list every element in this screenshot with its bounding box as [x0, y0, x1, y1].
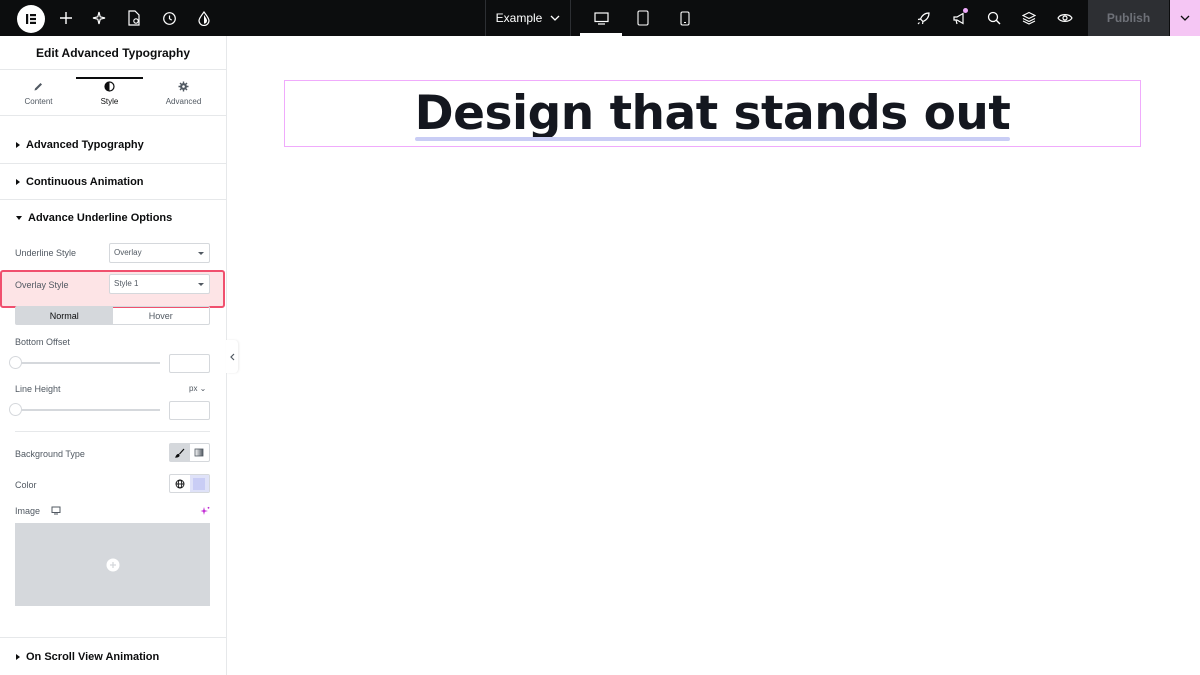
- heading-widget[interactable]: Design that stands out: [284, 80, 1141, 147]
- add-icon[interactable]: [48, 0, 84, 36]
- color-swatch[interactable]: [189, 475, 209, 492]
- preview-icon[interactable]: [1047, 0, 1083, 36]
- tab-hover[interactable]: Hover: [113, 307, 210, 324]
- heading: Design that stands out: [414, 90, 1011, 141]
- globe-icon[interactable]: [170, 475, 190, 492]
- publish-button[interactable]: Publish: [1088, 0, 1169, 36]
- line-height-slider[interactable]: [15, 409, 160, 411]
- structure-icon[interactable]: [1011, 0, 1047, 36]
- background-type-choose: [169, 443, 210, 462]
- whats-new-icon[interactable]: [941, 0, 977, 36]
- section-title: On Scroll View Animation: [26, 650, 160, 663]
- ai-sparkle-icon[interactable]: [200, 506, 210, 516]
- active-device-indicator: [580, 33, 622, 36]
- add-circle-icon: [106, 558, 119, 571]
- overlay-style-label: Overlay Style: [15, 280, 69, 290]
- slider-handle[interactable]: [9, 403, 22, 416]
- page-switcher[interactable]: Example: [486, 0, 570, 36]
- chevron-left-icon: [229, 353, 234, 360]
- top-bar: Example Publish: [0, 0, 1200, 36]
- section-title: Advance Underline Options: [28, 211, 173, 224]
- caret-right-icon: [16, 178, 20, 185]
- image-upload-area[interactable]: [15, 523, 210, 606]
- section-title: Continuous Animation: [26, 175, 144, 188]
- gear-icon: [178, 81, 189, 91]
- search-icon[interactable]: [976, 0, 1012, 36]
- half-circle-icon: [104, 80, 115, 92]
- pencil-icon: [34, 82, 42, 90]
- publish-options-button[interactable]: [1170, 0, 1200, 36]
- caret-down-icon: [16, 215, 22, 220]
- dropdown-arrow-icon: [198, 252, 204, 255]
- unit-label: px: [189, 384, 198, 393]
- gradient-icon[interactable]: [190, 444, 210, 461]
- elementor-logo-icon[interactable]: [17, 5, 45, 33]
- section-on-scroll-view-animation[interactable]: On Scroll View Animation: [0, 637, 226, 675]
- tab-advanced[interactable]: Advanced: [146, 70, 221, 116]
- page-name: Example: [495, 11, 543, 25]
- heading-text: Design that stands out: [414, 86, 1011, 141]
- tab-label: Style: [100, 96, 119, 106]
- mobile-icon[interactable]: [667, 0, 703, 36]
- tab-label: Advanced: [165, 96, 202, 106]
- dropdown-arrow-icon: [198, 283, 204, 286]
- slider-handle[interactable]: [9, 356, 22, 369]
- image-label: Image: [15, 506, 41, 516]
- line-height-label: Line Height: [15, 384, 61, 394]
- collapse-panel-button[interactable]: [226, 340, 238, 373]
- classic-brush-icon[interactable]: [170, 444, 190, 461]
- page-settings-icon[interactable]: [116, 0, 152, 36]
- caret-right-icon: [16, 142, 20, 148]
- history-icon[interactable]: [151, 0, 187, 36]
- rocket-icon[interactable]: [905, 0, 941, 36]
- select-value: Style 1: [114, 279, 139, 288]
- tablet-icon[interactable]: [625, 0, 661, 36]
- overlay-style-select[interactable]: Style 1: [109, 274, 210, 294]
- tab-normal[interactable]: Normal: [16, 307, 113, 324]
- ai-sparkle-icon[interactable]: [82, 0, 118, 36]
- site-settings-icon[interactable]: [186, 0, 222, 36]
- line-height-input[interactable]: [169, 401, 210, 420]
- section-title: Advanced Typography: [26, 139, 144, 151]
- tab-content[interactable]: Content: [1, 70, 76, 116]
- unit-selector[interactable]: px ⌄: [189, 384, 206, 393]
- underline-style-label: Underline Style: [15, 248, 77, 258]
- bottom-offset-slider[interactable]: [15, 362, 160, 364]
- bottom-offset-input[interactable]: [169, 354, 210, 373]
- section-advance-underline-options[interactable]: Advance Underline Options: [0, 200, 226, 235]
- color-picker: [169, 474, 210, 493]
- chevron-down-icon: [550, 15, 560, 21]
- divider: [570, 0, 571, 36]
- chevron-down-icon: [1180, 15, 1190, 21]
- desktop-icon[interactable]: [583, 0, 619, 36]
- desktop-icon[interactable]: [51, 506, 61, 515]
- divider: [15, 431, 210, 432]
- active-tab-indicator: [76, 77, 143, 79]
- color-label: Color: [15, 480, 37, 490]
- state-tabs: Normal Hover: [15, 306, 210, 325]
- tab-label: Content: [24, 96, 53, 106]
- panel-title: Edit Advanced Typography: [0, 36, 226, 70]
- underline-style-select[interactable]: Overlay: [109, 243, 210, 263]
- heading-underline: [414, 137, 1011, 141]
- caret-right-icon: [16, 653, 20, 660]
- section-continuous-animation[interactable]: Continuous Animation: [0, 164, 226, 200]
- bottom-offset-label: Bottom Offset: [15, 337, 70, 347]
- notification-dot: [963, 8, 968, 13]
- section-advanced-typography[interactable]: Advanced Typography: [0, 127, 226, 164]
- select-value: Overlay: [114, 248, 142, 257]
- background-type-label: Background Type: [15, 449, 85, 459]
